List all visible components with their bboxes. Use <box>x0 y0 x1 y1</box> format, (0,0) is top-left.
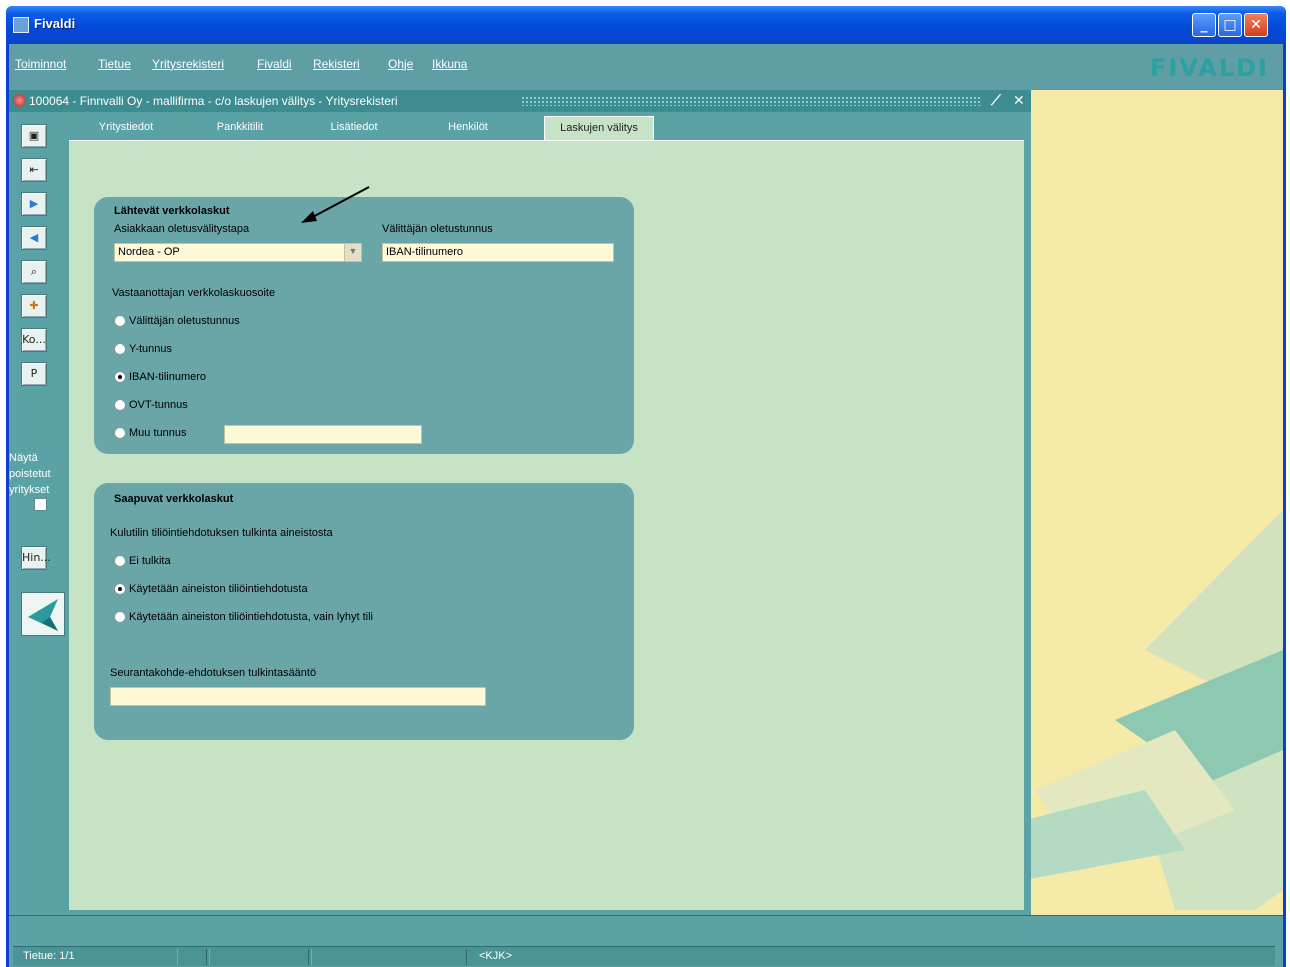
window-title: Fivaldi <box>34 16 76 31</box>
fivaldi-logo: FIVALDI <box>1150 54 1269 82</box>
radio-muu-tunnus[interactable] <box>114 427 126 439</box>
menu-ikkuna[interactable]: Ikkuna <box>432 57 467 71</box>
status-segment <box>311 949 467 965</box>
ko-button[interactable]: Ko... <box>21 328 47 352</box>
tab-strip: Yritystiedot Pankkitilit Lisätiedot Henk… <box>69 112 1024 140</box>
app-window: Fivaldi _ □ ✕ Toiminnot Tietue Yritysrek… <box>6 6 1286 967</box>
title-grip <box>521 96 981 106</box>
default-method-value: Nordea - OP <box>118 246 180 258</box>
title-bar[interactable]: Fivaldi _ □ ✕ <box>6 6 1286 44</box>
minimize-button[interactable]: _ <box>1192 13 1216 37</box>
option-label: Välittäjän oletustunnus <box>129 315 240 327</box>
form-title-bar[interactable]: 100064 - Finnvalli Oy - mallifirma - c/o… <box>9 90 1031 112</box>
client-area: Toiminnot Tietue Yritysrekisteri Fivaldi… <box>9 44 1283 967</box>
incoming-panel: Saapuvat verkkolaskut Kulutilin tiliöint… <box>94 483 634 740</box>
menu-tietue[interactable]: Tietue <box>98 57 131 71</box>
new-record-icon[interactable]: ✚ <box>21 294 47 318</box>
menu-bar: Toiminnot Tietue Yritysrekisteri Fivaldi… <box>9 44 1283 90</box>
menu-fivaldi[interactable]: Fivaldi <box>257 57 292 71</box>
tab-henkilot[interactable]: Henkilöt <box>427 116 509 140</box>
option-label: IBAN-tilinumero <box>129 371 207 383</box>
interpretation-label: Kulutilin tiliöintiehdotuksen tulkinta a… <box>110 527 333 539</box>
radio-ei-tulkita[interactable] <box>114 555 126 567</box>
exit-icon[interactable]: ⇤ <box>21 158 47 182</box>
save-icon[interactable]: ▣ <box>21 124 47 148</box>
form-window: 100064 - Finnvalli Oy - mallifirma - c/o… <box>9 90 1031 915</box>
radio-kaytetaan-lyhyt-tili[interactable] <box>114 611 126 623</box>
search-icon[interactable]: ⌕ <box>21 260 47 284</box>
tracking-rule-field[interactable] <box>110 687 486 706</box>
hin-button[interactable]: Hin... <box>21 546 51 570</box>
annotation-arrow-icon <box>301 186 370 223</box>
mode-indicator: <KJK> <box>479 950 513 962</box>
tab-pankkitilit[interactable]: Pankkitilit <box>199 116 281 140</box>
background-decoration <box>1025 90 1283 910</box>
next-icon[interactable]: ▶ <box>21 192 47 216</box>
menu-yritysrekisteri[interactable]: Yritysrekisteri <box>152 57 224 71</box>
status-segment <box>177 949 207 965</box>
previous-icon[interactable]: ◀ <box>21 226 47 250</box>
option-label: Muu tunnus <box>129 427 187 439</box>
p-button[interactable]: P <box>21 362 47 386</box>
close-button[interactable]: ✕ <box>1244 13 1268 37</box>
maximize-button[interactable]: □ <box>1218 13 1242 37</box>
default-method-select[interactable]: Nordea - OP ▼ <box>114 243 362 262</box>
intermediary-id-field[interactable]: IBAN-tilinumero <box>382 243 614 262</box>
outgoing-title: Lähtevät verkkolaskut <box>114 205 230 217</box>
radio-ovt-tunnus[interactable] <box>114 399 126 411</box>
incoming-title: Saapuvat verkkolaskut <box>114 493 234 505</box>
tab-content: Lähtevät verkkolaskut Asiakkaan oletusvä… <box>69 140 1024 910</box>
tab-laskujen-valitys[interactable]: Laskujen välitys <box>544 116 654 140</box>
tab-lisatiedot[interactable]: Lisätiedot <box>313 116 395 140</box>
tracking-label: Seurantakohde-ehdotuksen tulkintasääntö <box>110 667 317 679</box>
menu-rekisteri[interactable]: Rekisteri <box>313 57 360 71</box>
form-close-icon[interactable]: ✕ <box>1013 93 1025 109</box>
option-label: Käytetään aineiston tiliöintiehdotusta, … <box>129 611 373 623</box>
option-label: OVT-tunnus <box>129 399 188 411</box>
tab-yritystiedot[interactable]: Yritystiedot <box>85 116 167 140</box>
status-segment <box>209 949 309 965</box>
intermediary-id-label: Välittäjän oletustunnus <box>382 223 493 235</box>
radio-kaytetaan-ehdotusta[interactable] <box>114 583 126 595</box>
option-label: Y-tunnus <box>129 343 173 355</box>
other-id-field[interactable] <box>224 425 422 444</box>
menu-toiminnot[interactable]: Toiminnot <box>15 57 66 71</box>
recipient-address-label: Vastaanottajan verkkolaskuosoite <box>112 287 276 299</box>
app-icon <box>13 17 29 33</box>
option-label: Ei tulkita <box>129 555 171 567</box>
form-title: 100064 - Finnvalli Oy - mallifirma - c/o… <box>29 94 398 108</box>
option-label: Käytetään aineiston tiliöintiehdotusta <box>129 583 308 595</box>
show-deleted-label: Näytä poistetut yritykset <box>9 452 51 496</box>
form-resize-icon[interactable]: ⟋ <box>991 93 1001 109</box>
record-indicator: Tietue: 1/1 <box>23 950 75 962</box>
fivaldi-brand-icon[interactable] <box>21 592 65 636</box>
form-icon <box>13 94 26 107</box>
toolbar: ▣ ⇤ ▶ ◀ ⌕ ✚ Ko... P Näytä poistetut yrit… <box>9 112 69 915</box>
default-method-label: Asiakkaan oletusvälitystapa <box>114 223 250 235</box>
menu-ohje[interactable]: Ohje <box>388 57 413 71</box>
radio-valittajan-oletustunnus[interactable] <box>114 315 126 327</box>
status-bar: Tietue: 1/1 <KJK> <box>9 915 1283 967</box>
radio-y-tunnus[interactable] <box>114 343 126 355</box>
chevron-down-icon[interactable]: ▼ <box>344 244 361 261</box>
radio-iban-tilinumero[interactable] <box>114 371 126 383</box>
status-line: Tietue: 1/1 <KJK> <box>13 946 1275 966</box>
show-deleted-checkbox[interactable] <box>34 498 47 511</box>
